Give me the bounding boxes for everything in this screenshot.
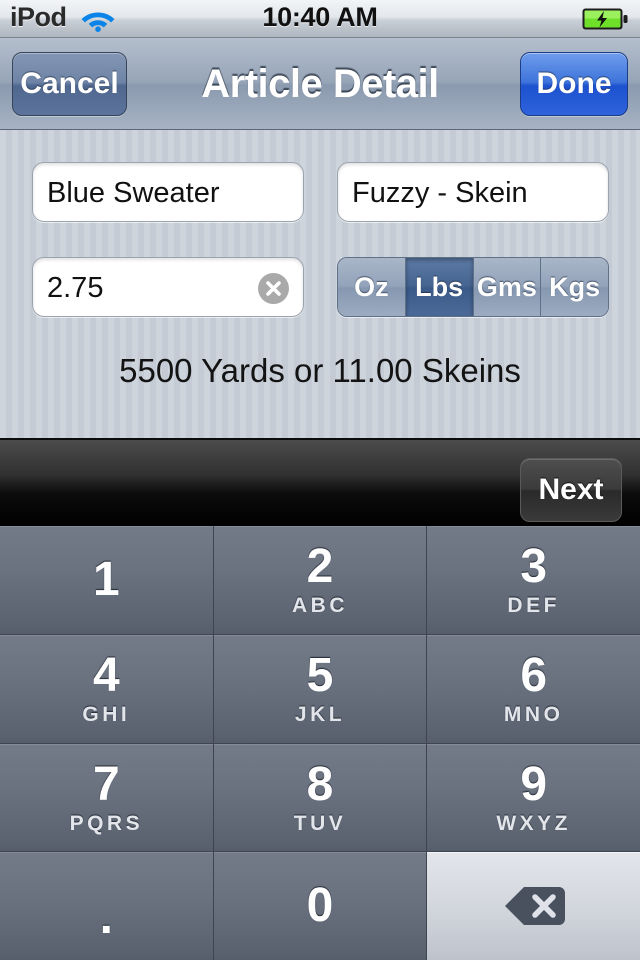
key-8-letters: TUV xyxy=(293,811,347,835)
clock-label: 10:40 AM xyxy=(262,2,378,32)
key-6-digit: 6 xyxy=(520,649,548,703)
article-description-value: Fuzzy - Skein xyxy=(352,177,528,209)
key-2[interactable]: 2 ABC xyxy=(213,526,428,634)
key-0[interactable]: 0 xyxy=(213,852,428,960)
clear-circle-icon[interactable] xyxy=(258,273,289,304)
key-2-letters: ABC xyxy=(292,594,348,618)
keypad-row: 1 2 ABC 3 DEF xyxy=(0,526,640,635)
next-button-label: Next xyxy=(538,473,604,506)
key-5-digit: 5 xyxy=(306,649,334,703)
key-7[interactable]: 7 PQRS xyxy=(0,743,214,852)
key-0-digit: 0 xyxy=(306,879,334,933)
key-8[interactable]: 8 TUV xyxy=(213,743,428,852)
key-decimal-point[interactable]: . xyxy=(0,852,214,960)
unit-segmented-control[interactable]: Oz Lbs Gms Kgs xyxy=(337,257,609,317)
key-9[interactable]: 9 WXYZ xyxy=(427,743,640,852)
backspace-icon xyxy=(503,885,565,927)
keyboard-toolbar: Next xyxy=(0,438,640,526)
key-2-digit: 2 xyxy=(306,540,334,594)
done-button-label: Done xyxy=(536,67,612,100)
key-backspace[interactable] xyxy=(427,852,640,960)
key-7-letters: PQRS xyxy=(69,811,144,835)
key-8-digit: 8 xyxy=(306,757,334,811)
keypad-row: 7 PQRS 8 TUV 9 WXYZ xyxy=(0,743,640,853)
key-6[interactable]: 6 MNO xyxy=(427,634,640,743)
key-5-letters: JKL xyxy=(294,703,346,727)
key-3-letters: DEF xyxy=(507,594,560,618)
segment-kgs-label: Kgs xyxy=(549,271,601,302)
article-description-input[interactable]: Fuzzy - Skein xyxy=(337,162,609,222)
quantity-value: 2.75 xyxy=(47,272,104,304)
keypad-row: 4 GHI 5 JKL 6 MNO xyxy=(0,634,640,744)
key-4-letters: GHI xyxy=(82,703,131,727)
status-bar: iPod 10:40 AM xyxy=(0,0,640,38)
segment-lbs[interactable]: Lbs xyxy=(405,258,474,316)
segment-gms[interactable]: Gms xyxy=(473,258,542,316)
key-decimal-point-digit: . xyxy=(99,891,113,945)
key-5[interactable]: 5 JKL xyxy=(213,634,428,743)
done-button[interactable]: Done xyxy=(520,52,628,116)
battery-charging-icon xyxy=(582,8,628,30)
key-3-digit: 3 xyxy=(520,540,548,594)
key-7-digit: 7 xyxy=(92,757,120,811)
conversion-result-text: 5500 Yards or 11.00 Skeins xyxy=(119,352,521,389)
segment-gms-label: Gms xyxy=(476,271,537,302)
numeric-keypad: 1 2 ABC 3 DEF 4 GHI 5 JKL 6 MNO 7 PQRS 8… xyxy=(0,526,640,960)
key-1[interactable]: 1 xyxy=(0,526,214,634)
article-name-value: Blue Sweater xyxy=(47,177,220,209)
segment-lbs-label: Lbs xyxy=(415,271,464,302)
key-1-digit: 1 xyxy=(92,552,120,606)
segment-oz[interactable]: Oz xyxy=(338,258,406,316)
quantity-input[interactable]: 2.75 xyxy=(32,257,304,317)
segment-kgs[interactable]: Kgs xyxy=(541,258,608,316)
key-9-digit: 9 xyxy=(520,757,548,811)
form-content: Blue Sweater Fuzzy - Skein 2.75 Oz Lbs G… xyxy=(0,130,640,438)
key-9-letters: WXYZ xyxy=(496,811,572,835)
phone-screen: iPod 10:40 AM Cancel Article Detail Done… xyxy=(0,0,640,960)
key-4[interactable]: 4 GHI xyxy=(0,634,214,743)
article-name-input[interactable]: Blue Sweater xyxy=(32,162,304,222)
key-4-digit: 4 xyxy=(92,649,120,703)
segment-oz-label: Oz xyxy=(354,271,389,302)
keypad-row: . 0 xyxy=(0,852,640,960)
next-button[interactable]: Next xyxy=(520,458,622,522)
key-3[interactable]: 3 DEF xyxy=(427,526,640,634)
navigation-bar: Cancel Article Detail Done xyxy=(0,38,640,130)
key-6-letters: MNO xyxy=(503,703,564,727)
